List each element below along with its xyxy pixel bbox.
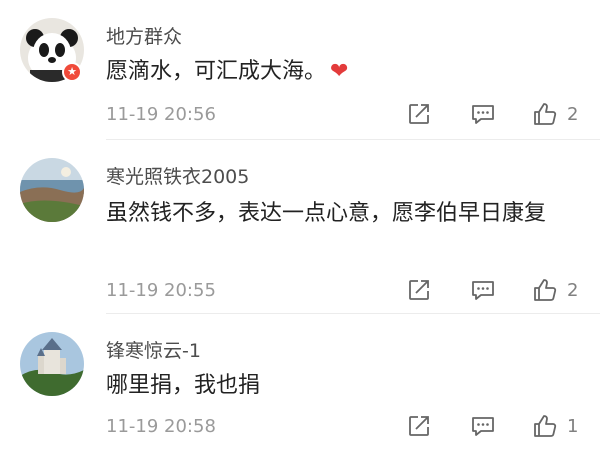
like-count: 2	[567, 280, 579, 301]
like-icon[interactable]	[532, 413, 558, 439]
repost-icon[interactable]	[406, 101, 432, 127]
comment-text: 虽然钱不多，表达一点心意，愿李伯早日康复	[106, 201, 547, 226]
comment-icon[interactable]	[470, 413, 496, 439]
username[interactable]: 寒光照铁衣2005	[106, 162, 249, 189]
timestamp: 11-19 20:55	[106, 280, 216, 301]
comment-text: 哪里捐，我也捐	[106, 373, 261, 398]
user-avatar[interactable]	[20, 332, 84, 396]
comment-item: ★ 地方群众 愿滴水，可汇成大海。 ❤ 11-19 20:56 2	[0, 0, 600, 140]
comment-item: 寒光照铁衣2005 虽然钱不多，表达一点心意，愿李伯早日康复 11-19 20:…	[0, 140, 600, 314]
comment-icon[interactable]	[470, 277, 496, 303]
timestamp: 11-19 20:56	[106, 104, 216, 125]
like-icon[interactable]	[532, 277, 558, 303]
comment-text-content: 愿滴水，可汇成大海。	[106, 59, 327, 84]
comment-text: 愿滴水，可汇成大海。 ❤	[106, 54, 586, 90]
like-icon[interactable]	[532, 101, 558, 127]
comment-item: 锋寒惊云-1 哪里捐，我也捐 11-19 20:58 1	[0, 314, 600, 454]
repost-icon[interactable]	[406, 413, 432, 439]
timestamp: 11-19 20:58	[106, 416, 216, 437]
user-avatar[interactable]	[20, 158, 84, 222]
like-count: 1	[567, 416, 579, 437]
username[interactable]: 地方群众	[106, 22, 182, 49]
username[interactable]: 锋寒惊云-1	[106, 336, 201, 363]
heart-icon: ❤	[330, 59, 349, 84]
comment-icon[interactable]	[470, 101, 496, 127]
star-badge-icon: ★	[62, 62, 82, 82]
like-count: 2	[567, 104, 579, 125]
repost-icon[interactable]	[406, 277, 432, 303]
